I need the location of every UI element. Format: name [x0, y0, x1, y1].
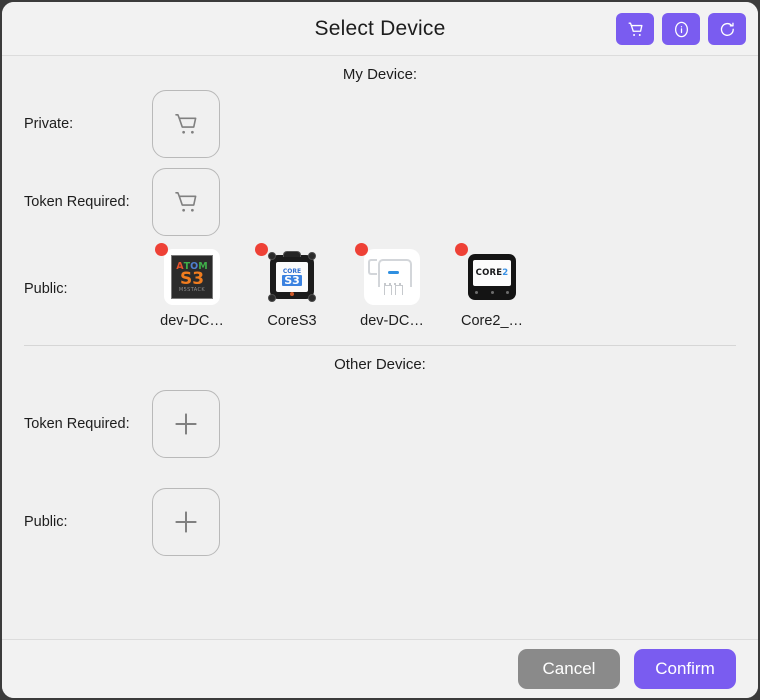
device-name: dev-DC… — [360, 313, 424, 329]
my-device-section-title: My Device: — [342, 66, 418, 83]
device-icon: CORE2 — [455, 243, 520, 305]
add-other-token-device-button[interactable] — [152, 390, 220, 458]
core2-icon: CORE2 — [464, 249, 520, 305]
row-label-other-public: Public: — [24, 514, 68, 530]
relay-module-icon — [364, 249, 420, 305]
device-icon — [355, 243, 420, 305]
add-token-device-cart-button[interactable] — [152, 168, 220, 236]
plus-icon — [169, 505, 203, 539]
add-private-device-cart-button[interactable] — [152, 90, 220, 158]
status-dot — [455, 243, 468, 256]
row-items-other-public — [152, 488, 220, 556]
refresh-icon — [718, 20, 737, 39]
status-dot — [255, 243, 268, 256]
row-items-other-token-required — [152, 390, 220, 458]
core2-wordmark: CORE2 — [476, 268, 509, 278]
add-other-public-device-button[interactable] — [152, 488, 220, 556]
device-card[interactable]: CORE2 Core2_… — [452, 243, 532, 329]
row-label-other-token-required: Token Required: — [24, 416, 130, 432]
atom-s3-icon: ATOM S3 M5STACK — [164, 249, 220, 305]
status-dot — [355, 243, 368, 256]
row-my-token-required: Token Required: — [2, 163, 758, 241]
atom-brand-label: M5STACK — [178, 286, 206, 293]
cart-icon — [626, 20, 645, 39]
core-s3-icon: CORE S3 — [264, 249, 320, 305]
device-icon: ATOM S3 M5STACK — [155, 243, 220, 305]
plus-icon — [169, 407, 203, 441]
dialog-footer: Cancel Confirm — [2, 639, 758, 698]
select-device-dialog: Select Device My Device: Private: Token … — [2, 2, 758, 698]
device-card[interactable]: ATOM S3 M5STACK dev-DC… — [152, 243, 232, 329]
device-name: Core2_… — [460, 313, 524, 329]
cart-button[interactable] — [616, 13, 654, 45]
device-name: CoreS3 — [267, 313, 317, 329]
device-name: dev-DC… — [160, 313, 224, 329]
device-icon: CORE S3 — [255, 243, 320, 305]
core2-suffix: 2 — [502, 268, 509, 278]
core2-prefix: CORE — [475, 268, 503, 278]
row-my-public: Public: ATOM S3 M5STACK dev-DC… CORE S3 … — [2, 241, 758, 337]
info-icon — [672, 20, 691, 39]
confirm-button[interactable]: Confirm — [634, 649, 736, 689]
row-other-public: Public: — [2, 473, 758, 571]
device-card[interactable]: dev-DC… — [352, 243, 432, 329]
refresh-button[interactable] — [708, 13, 746, 45]
row-items-public: ATOM S3 M5STACK dev-DC… CORE S3 CoreS3 d… — [152, 243, 532, 329]
row-other-token-required: Token Required: — [2, 375, 758, 473]
other-device-section-title: Other Device: — [334, 356, 426, 373]
row-label-token-required: Token Required: — [24, 194, 130, 210]
page-title: Select Device — [314, 16, 446, 40]
device-card[interactable]: CORE S3 CoreS3 — [252, 243, 332, 329]
dialog-body: My Device: Private: Token Required: Publ… — [2, 56, 758, 639]
cart-icon — [171, 187, 201, 217]
row-items-private — [152, 90, 220, 158]
cart-icon — [171, 109, 201, 139]
header-actions — [616, 13, 746, 45]
row-items-token-required — [152, 168, 220, 236]
info-button[interactable] — [662, 13, 700, 45]
dialog-header: Select Device — [2, 2, 758, 56]
row-my-private: Private: — [2, 85, 758, 163]
cancel-button[interactable]: Cancel — [518, 649, 620, 689]
atom-model-label: S3 — [179, 268, 205, 289]
core-s3-model-label: S3 — [282, 273, 302, 287]
row-label-public: Public: — [24, 281, 68, 297]
row-label-private: Private: — [24, 116, 74, 132]
status-dot — [155, 243, 168, 256]
